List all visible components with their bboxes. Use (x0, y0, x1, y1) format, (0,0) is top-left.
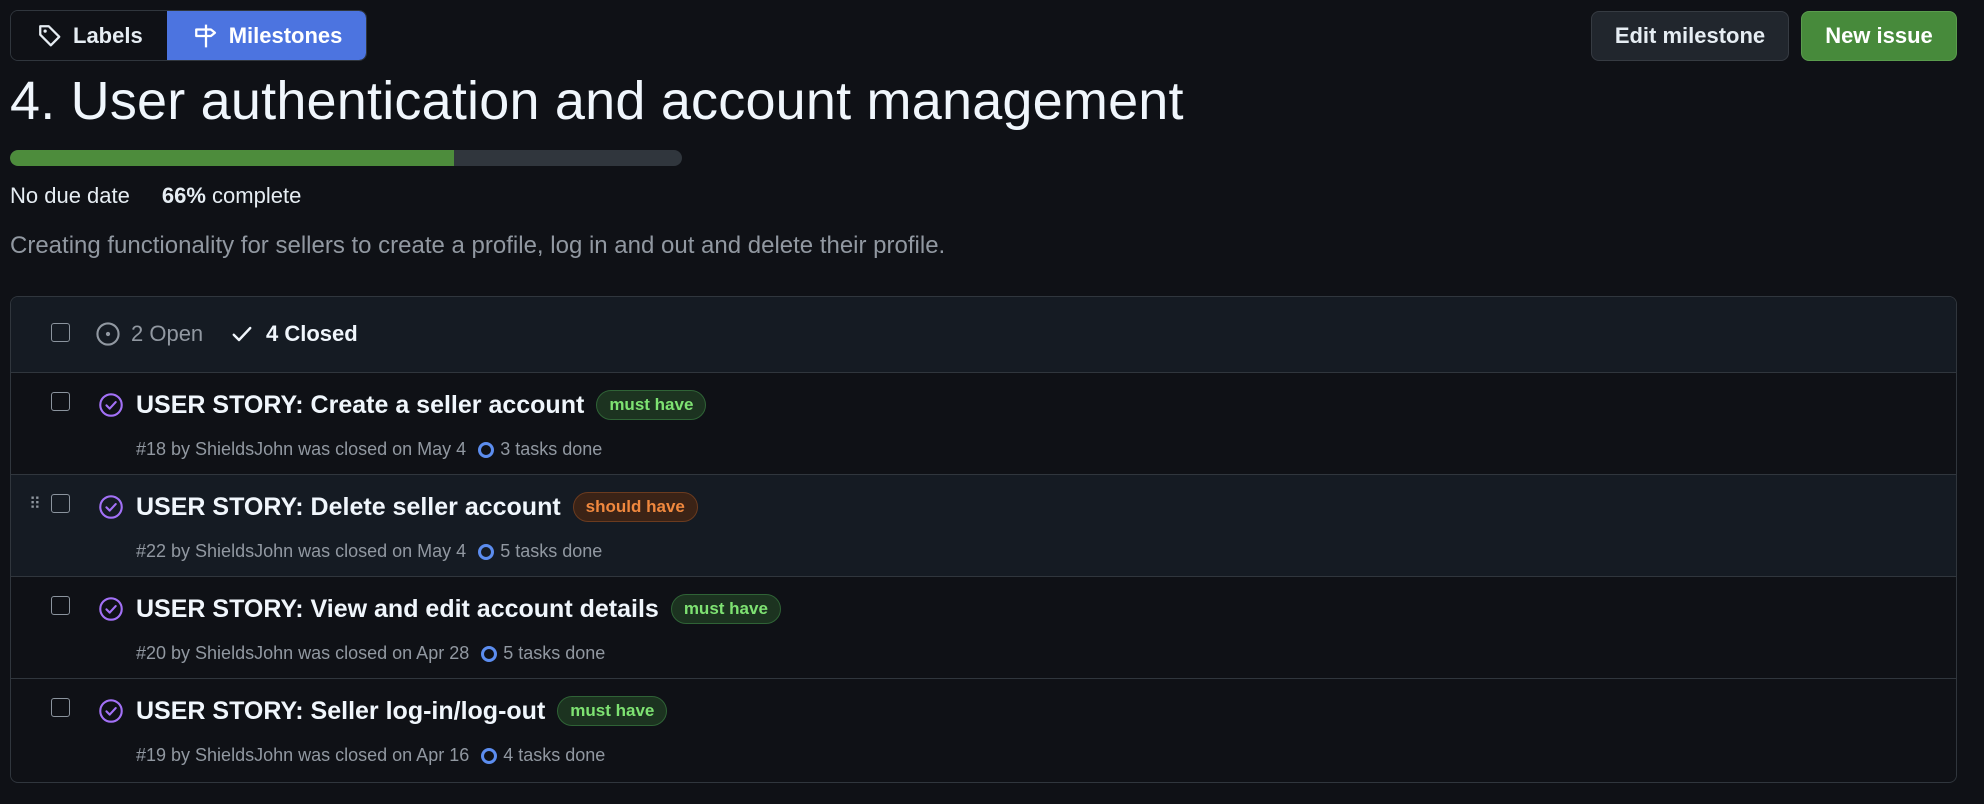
task-progress: 4 tasks done (481, 745, 605, 766)
issue-meta: #18 by ShieldsJohn was closed on May 4 3… (136, 439, 602, 460)
task-progress-icon (481, 747, 498, 764)
open-filter[interactable]: 2 Open (95, 321, 203, 347)
issue-meta-text: #20 by ShieldsJohn was closed on Apr 28 (136, 643, 470, 663)
issues-panel: 2 Open 4 Closed USER STORY: Create a sel… (10, 296, 1957, 783)
issue-title[interactable]: USER STORY: Seller log-in/log-out (136, 697, 545, 726)
tag-icon (39, 24, 61, 46)
issue-closed-icon (99, 393, 123, 417)
task-progress-icon (478, 543, 495, 560)
issue-closed-icon (99, 699, 123, 723)
task-progress-text: 4 tasks done (503, 745, 606, 765)
milestones-tab[interactable]: Milestones (166, 11, 367, 60)
issue-row[interactable]: USER STORY: View and edit account detail… (11, 577, 1956, 679)
issue-meta-text: #19 by ShieldsJohn was closed on Apr 16 (136, 745, 470, 765)
labels-tab-label: Labels (73, 22, 143, 48)
milestone-icon (194, 24, 216, 47)
issue-label[interactable]: must have (557, 696, 668, 726)
issue-meta: #19 by ShieldsJohn was closed on Apr 16 … (136, 745, 605, 766)
issue-title[interactable]: USER STORY: Delete seller account (136, 493, 561, 522)
new-issue-button[interactable]: New issue (1801, 11, 1957, 61)
check-icon (232, 326, 252, 342)
issue-title-line: USER STORY: Create a seller account must… (136, 390, 707, 420)
progress-bar (10, 150, 682, 166)
issue-meta: #20 by ShieldsJohn was closed on Apr 28 … (136, 643, 605, 664)
completion-word: complete (205, 183, 302, 208)
issue-row[interactable]: USER STORY: Seller log-in/log-out must h… (11, 679, 1956, 781)
milestone-meta: No due date 66% complete (10, 183, 301, 209)
milestone-description: Creating functionality for sellers to cr… (10, 232, 946, 259)
issue-title[interactable]: USER STORY: Create a seller account (136, 391, 584, 420)
issue-title[interactable]: USER STORY: View and edit account detail… (136, 595, 659, 624)
labels-milestones-toggle: Labels Milestones (10, 10, 368, 61)
task-progress-text: 5 tasks done (503, 643, 606, 663)
closed-count: 4 Closed (266, 321, 358, 346)
open-count: 2 Open (131, 321, 204, 346)
task-progress: 5 tasks done (481, 643, 605, 664)
issue-meta: #22 by ShieldsJohn was closed on May 4 5… (136, 541, 602, 562)
issue-closed-icon (99, 495, 123, 519)
issue-label[interactable]: must have (670, 594, 781, 624)
issue-title-line: USER STORY: Delete seller account should… (136, 492, 698, 522)
task-progress-icon (478, 441, 495, 458)
task-progress-text: 5 tasks done (500, 541, 603, 561)
issue-row[interactable]: ⠿ USER STORY: Delete seller account shou… (11, 475, 1956, 577)
issue-label[interactable]: must have (596, 390, 707, 420)
issue-label[interactable]: should have (572, 492, 698, 522)
labels-tab[interactable]: Labels (11, 11, 167, 60)
progress-bar-fill (10, 150, 454, 166)
issue-meta-text: #18 by ShieldsJohn was closed on May 4 (136, 439, 467, 459)
completion-percent: 66% complete (162, 183, 301, 209)
issue-title-line: USER STORY: Seller log-in/log-out must h… (136, 696, 668, 726)
issue-checkbox[interactable] (51, 698, 70, 717)
task-progress-text: 3 tasks done (500, 439, 603, 459)
edit-milestone-button[interactable]: Edit milestone (1591, 11, 1789, 61)
select-all-checkbox[interactable] (51, 323, 70, 342)
due-date: No due date (10, 183, 130, 208)
milestone-title: 4. User authentication and account manag… (10, 71, 1184, 131)
task-progress: 3 tasks done (478, 439, 602, 460)
milestone-page: Labels Milestones Edit milestone New iss… (0, 0, 1984, 804)
milestones-tab-label: Milestones (228, 22, 343, 48)
issues-header: 2 Open 4 Closed (11, 297, 1956, 373)
issue-meta-text: #22 by ShieldsJohn was closed on May 4 (136, 541, 467, 561)
issue-open-icon (96, 322, 120, 346)
issue-checkbox[interactable] (51, 392, 70, 411)
task-progress: 5 tasks done (478, 541, 602, 562)
closed-filter[interactable]: 4 Closed (230, 321, 358, 347)
issue-title-line: USER STORY: View and edit account detail… (136, 594, 781, 624)
issue-checkbox[interactable] (51, 596, 70, 615)
drag-handle-icon[interactable]: ⠿ (29, 497, 41, 513)
issue-checkbox[interactable] (51, 494, 70, 513)
issue-row[interactable]: USER STORY: Create a seller account must… (11, 373, 1956, 475)
issue-closed-icon (99, 597, 123, 621)
task-progress-icon (481, 645, 498, 662)
completion-value: 66% (161, 183, 206, 208)
